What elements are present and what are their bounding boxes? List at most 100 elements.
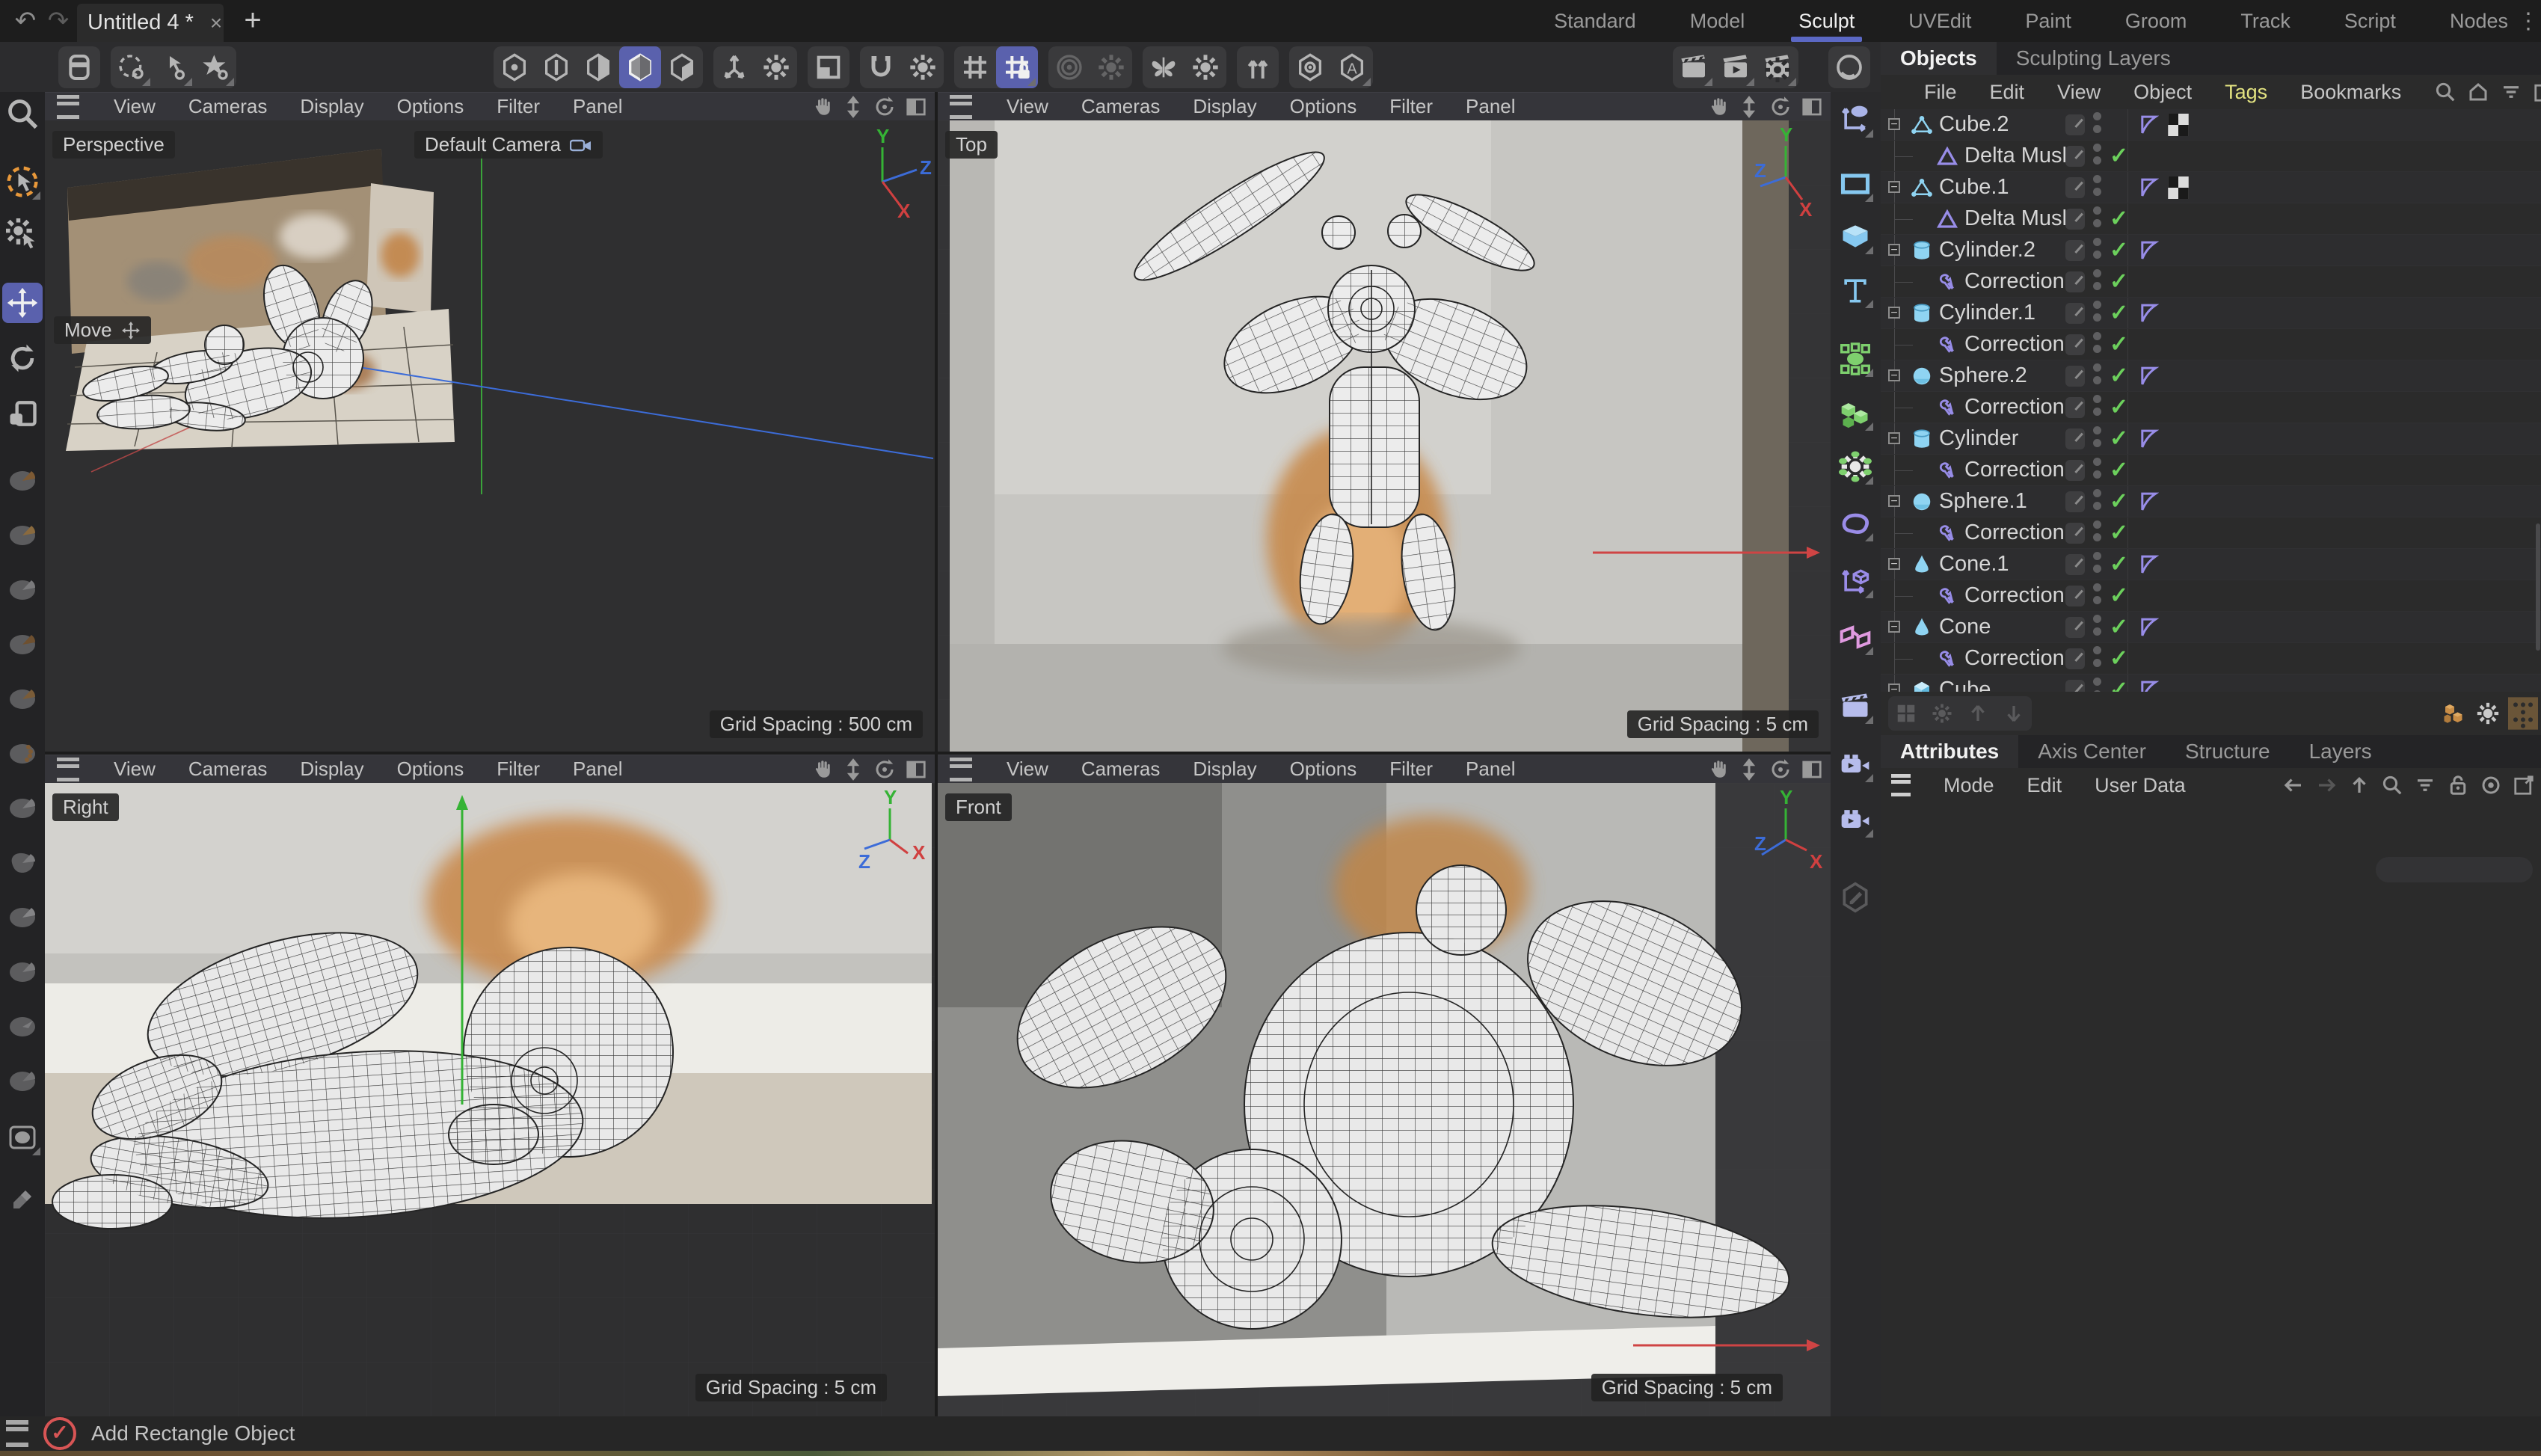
grid-snap-lock-icon[interactable] xyxy=(996,46,1038,88)
phong-tag-icon[interactable] xyxy=(2138,114,2159,140)
object-name[interactable]: Cube xyxy=(1939,678,1991,692)
object-name[interactable]: Delta Mush xyxy=(1964,206,2074,231)
viewport-menu-view[interactable]: View xyxy=(1007,758,1048,781)
pan-hand-icon[interactable] xyxy=(1706,96,1729,118)
render-picture-icon[interactable] xyxy=(1715,46,1757,88)
redo-icon[interactable]: ↷ xyxy=(43,6,73,36)
subdivision-surface-icon[interactable] xyxy=(1835,339,1875,379)
camera-icon[interactable] xyxy=(1835,744,1875,784)
search-icon[interactable] xyxy=(2381,774,2403,796)
phong-tag-icon[interactable] xyxy=(2138,428,2159,454)
object-row-correction[interactable]: Correction ✓ xyxy=(1881,329,2541,360)
viewport-menu-options[interactable]: Options xyxy=(397,95,464,118)
viewport-menu-view[interactable]: View xyxy=(114,758,156,781)
collapse-toggle-icon[interactable]: − xyxy=(1888,684,1900,692)
object-name[interactable]: Cone.1 xyxy=(1939,552,2009,577)
menu-user-data[interactable]: User Data xyxy=(2095,774,2186,797)
collapse-toggle-icon[interactable]: − xyxy=(1888,244,1900,256)
visibility-dots[interactable] xyxy=(2093,175,2102,200)
edit-toggle-icon[interactable] xyxy=(2065,177,2085,198)
back-arrow-icon[interactable] xyxy=(2282,774,2305,796)
edit-toggle-icon[interactable] xyxy=(2065,397,2085,418)
viewport-menu-panel[interactable]: Panel xyxy=(573,758,623,781)
viewport-menu-cameras[interactable]: Cameras xyxy=(1081,758,1160,781)
tab-axis-center[interactable]: Axis Center xyxy=(2018,735,2166,768)
phong-tag-icon[interactable] xyxy=(2138,239,2159,265)
tab-attributes[interactable]: Attributes xyxy=(1881,735,2018,768)
viewport-menu-cameras[interactable]: Cameras xyxy=(1081,95,1160,118)
tweak-tool-icon[interactable] xyxy=(2,215,43,255)
spline-pen-icon[interactable] xyxy=(1835,99,1875,140)
object-row-sphere-1[interactable]: −Sphere.1✓ xyxy=(1881,486,2541,517)
edit-toggle-icon[interactable] xyxy=(2065,428,2085,449)
visibility-dots[interactable] xyxy=(2093,144,2102,169)
viewport-menu-filter[interactable]: Filter xyxy=(1389,95,1433,118)
simulation-icon[interactable] xyxy=(1835,446,1875,487)
brush-flatten-tool-icon[interactable] xyxy=(2,787,43,827)
dotted-panel-icon[interactable] xyxy=(2508,697,2538,730)
axis-settings-icon[interactable] xyxy=(755,46,797,88)
edit-toggle-icon[interactable] xyxy=(2065,491,2085,512)
viewport-splitter-horizontal[interactable] xyxy=(45,752,1831,755)
edit-toggle-icon[interactable] xyxy=(2065,334,2085,355)
viewport-label[interactable]: Perspective xyxy=(52,131,175,159)
phong-tag-icon[interactable] xyxy=(2138,679,2159,692)
collapse-toggle-icon[interactable]: − xyxy=(1888,118,1900,130)
menu-tags[interactable]: Tags xyxy=(2225,81,2267,104)
orbit-icon[interactable] xyxy=(1769,758,1792,781)
phong-tag-icon[interactable] xyxy=(2138,176,2159,203)
tree-settings-gear-icon[interactable] xyxy=(1924,696,1960,731)
extrude-arrows-icon[interactable] xyxy=(1237,46,1279,88)
object-name[interactable]: Correction xyxy=(1964,269,2065,294)
enabled-check-icon[interactable]: ✓ xyxy=(2110,457,2128,483)
edit-toggle-icon[interactable] xyxy=(2065,586,2085,606)
orbit-icon[interactable] xyxy=(1769,96,1792,118)
collapse-toggle-icon[interactable]: − xyxy=(1888,369,1900,381)
falloff-settings-icon[interactable] xyxy=(1090,46,1132,88)
forward-arrow-icon[interactable] xyxy=(2315,774,2338,796)
live-selection-tool-icon[interactable] xyxy=(2,162,43,202)
phong-tag-icon[interactable] xyxy=(2138,491,2159,517)
phong-tag-icon[interactable] xyxy=(2138,365,2159,391)
enabled-check-icon[interactable]: ✓ xyxy=(2110,331,2128,357)
object-row-correction[interactable]: Correction✓ xyxy=(1881,392,2541,423)
visibility-dots[interactable] xyxy=(2093,395,2102,420)
workspace-overflow-icon[interactable]: ⋮ xyxy=(2517,7,2537,37)
detach-window-icon[interactable] xyxy=(2533,81,2541,103)
falloff-icon[interactable] xyxy=(1048,46,1090,88)
brush-wax-tool-icon[interactable] xyxy=(2,623,43,663)
layout-grid-icon[interactable] xyxy=(1888,696,1924,731)
edit-toggle-icon[interactable] xyxy=(2065,114,2085,135)
workspace-tab-paint[interactable]: Paint xyxy=(2022,2,2074,40)
viewport-menu-cameras[interactable]: Cameras xyxy=(188,95,267,118)
edit-toggle-icon[interactable] xyxy=(2065,146,2085,167)
visibility-dots[interactable] xyxy=(2093,489,2102,514)
filter-icon[interactable] xyxy=(2500,81,2522,103)
tab-objects[interactable]: Objects xyxy=(1881,42,1997,75)
pan-hand-icon[interactable] xyxy=(811,758,833,781)
object-row-correction[interactable]: Correction✓ xyxy=(1881,455,2541,486)
menu-edit[interactable]: Edit xyxy=(2027,774,2062,797)
enabled-check-icon[interactable]: ✓ xyxy=(2110,143,2128,169)
workspace-tab-track[interactable]: Track xyxy=(2237,2,2293,40)
stencil-icon[interactable] xyxy=(1289,46,1331,88)
edit-toggle-icon[interactable] xyxy=(2065,648,2085,669)
viewport-menu-display[interactable]: Display xyxy=(300,95,363,118)
scale-tool-icon[interactable] xyxy=(2,393,43,434)
object-row-cube[interactable]: −Cube✓ xyxy=(1881,675,2541,692)
collapse-toggle-icon[interactable]: − xyxy=(1888,307,1900,319)
object-name[interactable]: Correction xyxy=(1964,332,2065,357)
edit-toggle-icon[interactable] xyxy=(2065,554,2085,575)
toggle-view-icon[interactable] xyxy=(1801,758,1823,781)
detach-window-icon[interactable] xyxy=(2513,774,2535,796)
viewport-menu-icon[interactable] xyxy=(57,95,79,119)
edges-mode-icon[interactable] xyxy=(535,46,577,88)
text-object-icon[interactable] xyxy=(1835,270,1875,310)
tab-layers[interactable]: Layers xyxy=(2290,735,2391,768)
brush-amplify-tool-icon[interactable] xyxy=(2,1005,43,1045)
edit-toggle-icon[interactable] xyxy=(2065,271,2085,292)
deformer-icon[interactable] xyxy=(1835,503,1875,544)
grid-snap-icon[interactable] xyxy=(954,46,996,88)
material-sphere-icon[interactable] xyxy=(1828,46,1870,88)
brush-scrape-tool-icon[interactable] xyxy=(2,950,43,991)
